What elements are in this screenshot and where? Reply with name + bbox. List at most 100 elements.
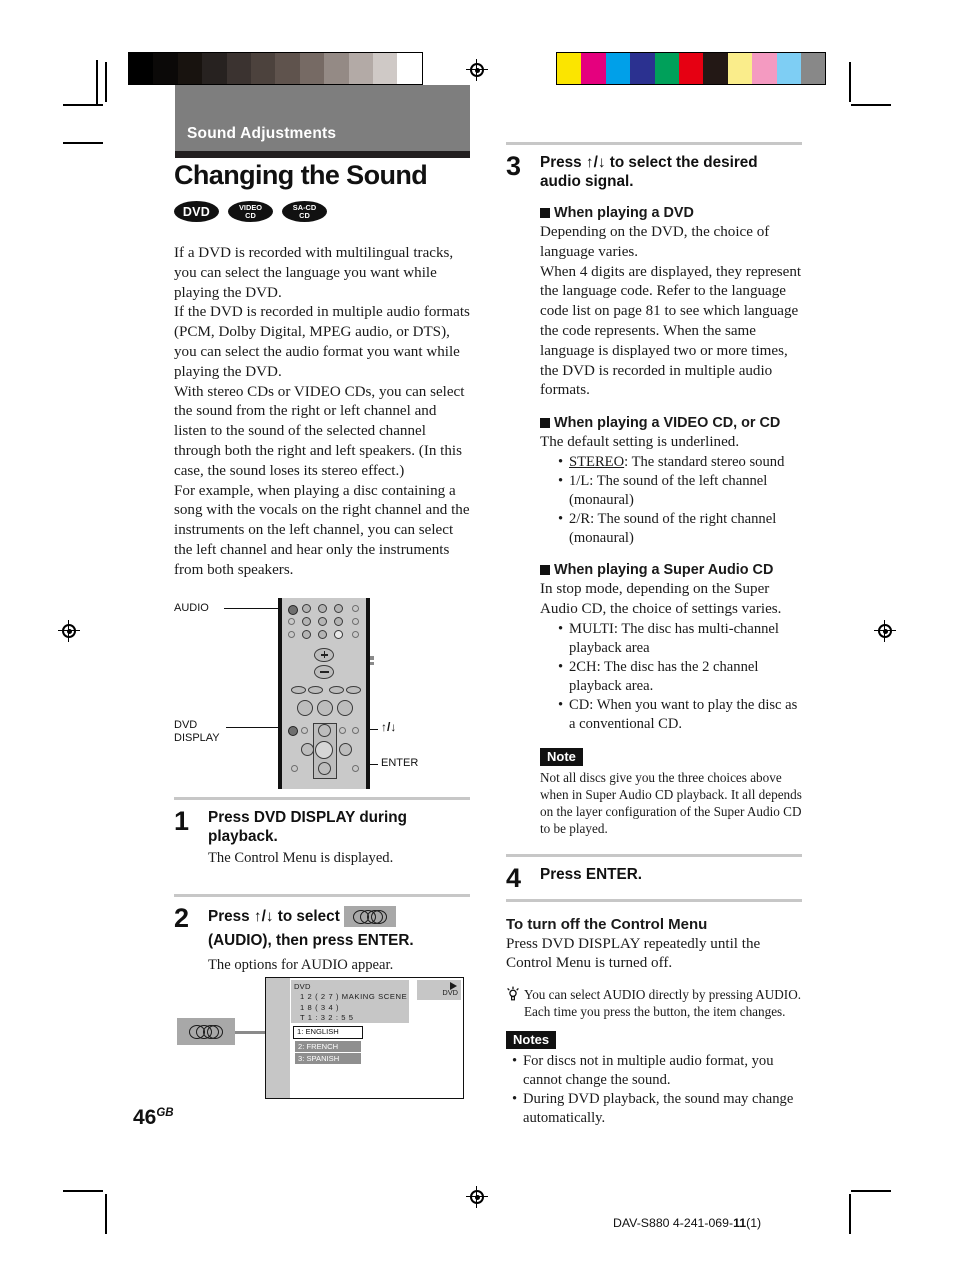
nav-aux-button-1[interactable]: [301, 727, 308, 734]
dvd-logo: DVD: [174, 201, 219, 222]
color-calibration-bar: [556, 52, 827, 85]
clear-button[interactable]: [302, 630, 311, 639]
gray-swatch: [177, 53, 203, 84]
color-swatch: [605, 53, 631, 84]
audio-icon-badge-callout: [177, 1018, 235, 1045]
disc-type-logos: DVD VIDEO CD SA-CD CD: [174, 201, 470, 222]
remote-label-enter: ENTER: [381, 757, 419, 769]
control-menu-disc-type: DVD: [294, 982, 311, 991]
number-8-button[interactable]: [318, 617, 327, 626]
page-number-suffix: GB: [156, 1107, 174, 1119]
keypad-aux-button-5[interactable]: [352, 631, 359, 638]
arrow-right-button[interactable]: [339, 743, 352, 756]
color-swatch: [630, 53, 655, 84]
next-button[interactable]: [308, 686, 323, 694]
step-4: 4 Press ENTER.: [506, 853, 802, 902]
sacd-cd-logo: SA-CD CD: [282, 201, 327, 222]
control-menu-title-chapter: 1 2 ( 2 7 ) MAKING SCENE: [300, 992, 408, 1002]
note-item: During DVD playback, the sound may chang…: [512, 1090, 802, 1128]
control-menu-chapter-count: 1 8 ( 3 4 ): [300, 1002, 340, 1012]
nav-aux-button-2[interactable]: [339, 727, 346, 734]
gray-swatch: [129, 53, 154, 84]
tip-row: You can select AUDIO directly by pressin…: [506, 986, 802, 1020]
paragraph-line: If a DVD is recorded with multilingual t…: [174, 245, 454, 301]
color-swatch: [800, 53, 826, 84]
bullet-item: STEREO: The standard stereo sound: [558, 453, 802, 472]
grayscale-calibration-bar: [128, 52, 423, 85]
bullet-text: : The disc has the 2 channel playback ar…: [569, 658, 759, 694]
nav-aux-button-5[interactable]: [352, 765, 359, 772]
footer-paren: (1): [746, 1216, 762, 1230]
number-9-button[interactable]: [334, 617, 343, 626]
bullet-term: MULTI: [569, 620, 614, 637]
number-6-button[interactable]: [334, 604, 343, 613]
section-heading-dvd: When playing a DVD: [540, 205, 802, 221]
bullet-term: 1/L: [569, 472, 590, 489]
audio-option-spanish[interactable]: 3: SPANISH: [295, 1053, 361, 1064]
turn-off-body: Press DVD DISPLAY repeatedly until the C…: [506, 935, 761, 972]
bullet-item: 1/L: The sound of the left channel (mona…: [558, 472, 802, 510]
bullet-term: CD: [569, 696, 590, 713]
right-column: 3 Press ↑/↓ to select the desired audio …: [506, 142, 802, 1128]
crop-mark-top-right: [845, 62, 891, 108]
audio-option-english[interactable]: 1: ENGLISH: [293, 1026, 363, 1039]
square-bullet-icon: [540, 564, 550, 575]
notes-tag: Notes: [506, 1031, 557, 1050]
dvd-display-button[interactable]: [288, 726, 298, 736]
chapter-tab: Sound Adjustments: [175, 85, 470, 151]
paragraph-line: With stereo CDs or VIDEO CDs, you can se…: [174, 383, 465, 479]
step-1-description: The Control Menu is displayed.: [208, 850, 394, 866]
color-swatch: [581, 53, 606, 84]
registration-mark-bottom: [466, 1186, 488, 1208]
color-swatch: [557, 53, 582, 84]
number-4-button[interactable]: [302, 604, 311, 613]
nav-aux-button-4[interactable]: [291, 765, 298, 772]
paragraph-line: When 4 digits are displayed, they repres…: [540, 263, 802, 399]
step-3-content: When playing a DVD Depending on the DVD,…: [506, 205, 802, 837]
arrow-down-button[interactable]: [318, 762, 331, 775]
step-1-number: 1: [174, 806, 190, 836]
enter-keypad-button[interactable]: [334, 630, 343, 639]
step-3-number: 3: [506, 151, 522, 181]
paragraph-line: If the DVD is recorded in multiple audio…: [174, 304, 470, 380]
keypad-aux-button-4[interactable]: [288, 631, 295, 638]
arrow-up-button[interactable]: [318, 724, 331, 737]
bullet-list-videocd: STEREO: The standard stereo sound1/L: Th…: [540, 453, 802, 548]
pause-button[interactable]: [317, 700, 333, 716]
keypad-aux-button-1[interactable]: [352, 605, 359, 612]
step-2-number: 2: [174, 903, 190, 933]
bullet-item: 2CH: The disc has the 2 channel playback…: [558, 658, 802, 696]
number-7-button[interactable]: [302, 617, 311, 626]
registration-mark-right: [874, 620, 896, 642]
crop-mark-bottom-right: [845, 1190, 891, 1236]
rewind-button[interactable]: [329, 686, 344, 694]
keypad-aux-button-2[interactable]: [288, 618, 295, 625]
step-2: 2 Press ↑/↓ to select (AUDIO), then pres…: [174, 894, 470, 975]
control-menu-time: T 1 : 3 2 : 5 5: [300, 1013, 354, 1023]
nav-aux-button-3[interactable]: [352, 727, 359, 734]
registration-mark-top: [466, 59, 488, 81]
audio-button[interactable]: [288, 605, 298, 615]
arrow-left-button[interactable]: [301, 743, 314, 756]
play-button[interactable]: [297, 700, 313, 716]
bullet-text: : The sound of the right channel (monaur…: [569, 510, 777, 546]
number-5-button[interactable]: [318, 604, 327, 613]
number-0-button[interactable]: [318, 630, 327, 639]
remote-side-nub-upper: [366, 656, 374, 660]
gray-swatch: [372, 53, 398, 84]
stop-button[interactable]: [337, 700, 353, 716]
dvd-logo-label: DVD: [182, 204, 211, 219]
keypad-aux-button-3[interactable]: [352, 618, 359, 625]
fast-forward-button[interactable]: [346, 686, 361, 694]
bullet-term: 2CH: [569, 658, 597, 675]
step-3: 3 Press ↑/↓ to select the desired audio …: [506, 142, 802, 191]
enter-button[interactable]: [315, 741, 333, 759]
paragraph-line: Depending on the DVD, the choice of lang…: [540, 224, 770, 260]
audio-option-french[interactable]: 2: FRENCH: [295, 1041, 361, 1052]
bullet-text: : The standard stereo sound: [624, 453, 785, 470]
step-3-heading: Press ↑/↓ to select the desired audio si…: [540, 154, 758, 190]
lightbulb-tip-icon: [506, 986, 520, 1004]
previous-button[interactable]: [291, 686, 306, 694]
note-item: For discs not in multiple audio format, …: [512, 1052, 802, 1090]
section-body-videocd: The default setting is underlined.: [540, 434, 740, 451]
